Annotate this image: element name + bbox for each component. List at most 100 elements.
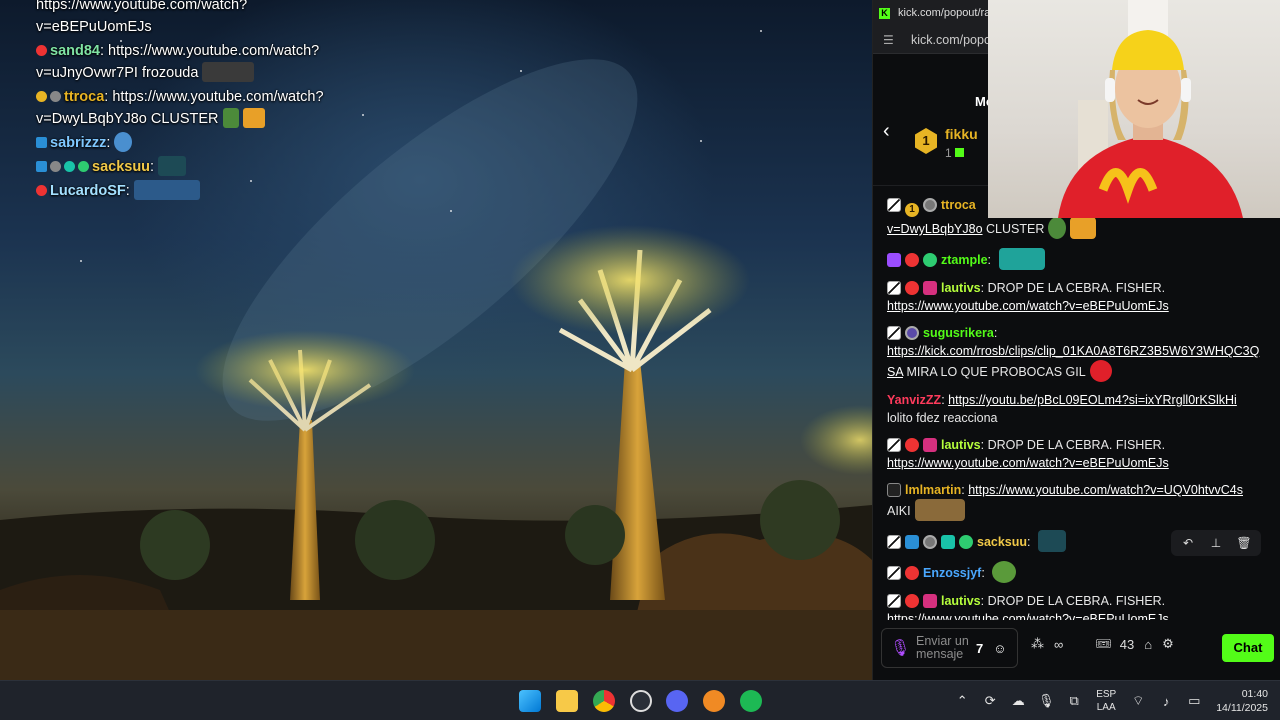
chat-message[interactable]: lautivs: DROP DE LA CEBRA. FISHER. https… [887, 436, 1267, 472]
overlay-message-text: https://www.youtube.com/watch? [108, 43, 320, 59]
reply-icon[interactable]: ↶ [1175, 533, 1201, 553]
chat-message[interactable]: YanvizZZ: https://youtu.be/pBcL09EOLm4?s… [887, 391, 1267, 427]
chat-username[interactable]: sacksuu [977, 535, 1027, 549]
chat-username[interactable]: YanvizZZ [887, 393, 941, 407]
store-icon[interactable]: ⌂ [1144, 637, 1152, 652]
mod-badge-icon [887, 535, 901, 549]
language-indicator[interactable]: ESP LAA [1096, 688, 1116, 714]
spotify-icon[interactable] [740, 690, 762, 712]
badge-icon [887, 483, 901, 497]
sub-badge-icon [36, 185, 47, 196]
chrome-icon[interactable] [593, 690, 615, 712]
infinity-icon[interactable]: ∞ [1054, 637, 1063, 652]
chat-username[interactable]: lautivs [941, 594, 981, 608]
display-icon[interactable]: ⧉ [1060, 693, 1088, 709]
chat-username[interactable]: lmlmartin [905, 483, 961, 497]
app-icon[interactable] [703, 690, 725, 712]
chat-username[interactable]: ttroca [941, 198, 976, 212]
emote-image [1048, 217, 1067, 239]
overlay-message-text: v=DwyLBqbYJ8o CLUSTER [36, 111, 219, 127]
gear-icon[interactable]: ⚙ [1162, 636, 1174, 652]
windows-start-icon[interactable] [519, 690, 541, 712]
chat-username[interactable]: lautivs [941, 281, 981, 295]
chat-text: DROP DE LA CEBRA. FISHER. [987, 438, 1166, 452]
pinned-user-name[interactable]: fikku [945, 126, 978, 142]
chat-message[interactable]: lautivs: DROP DE LA CEBRA. FISHER. https… [887, 279, 1267, 315]
volume-icon[interactable]: ♪ [1152, 694, 1180, 709]
file-explorer-icon[interactable] [556, 690, 578, 712]
users-icon[interactable]: ⁂ [1031, 636, 1044, 652]
sync-icon[interactable]: ⟳ [976, 693, 1004, 709]
chat-text: CLUSTER [986, 222, 1045, 236]
overlay-chat-line: ttroca: https://www.youtube.com/watch? v… [36, 89, 324, 128]
badge-icon [923, 438, 937, 452]
ticket-icon: 🎟 [1095, 636, 1112, 651]
chat-text: MIRA LO QUE PROBOCAS GIL [906, 365, 1086, 379]
chat-link[interactable]: https://www.youtube.com/watch?v=eBEPuUom… [887, 299, 1169, 313]
mod-badge-icon [887, 281, 901, 295]
chat-message[interactable]: lautivs: DROP DE LA CEBRA. FISHER. https… [887, 592, 1267, 620]
message-actions: ↶ ⊥ 🗑 [1171, 530, 1261, 556]
obs-icon[interactable] [630, 690, 652, 712]
chat-username[interactable]: Enzossjyf [923, 566, 981, 580]
microphone-icon[interactable]: 🎙 [890, 638, 910, 658]
overlay-chat-line: https://www.youtube.com/watch? v=eBEPuUo… [36, 0, 356, 38]
chat-input[interactable]: 🎙 Enviar un mensaje 7 ☺ [881, 628, 1018, 668]
chat-username[interactable]: ztample [941, 253, 988, 267]
mod-badge-icon [887, 566, 901, 580]
chat-message[interactable]: sugusrikera: https://kick.com/rrosb/clip… [887, 324, 1267, 382]
sub-badge-icon [923, 535, 937, 549]
badge-icon [50, 161, 61, 172]
emoji-icon[interactable]: ☺ [993, 641, 1006, 656]
clock[interactable]: 01:40 14/11/2025 [1216, 687, 1268, 715]
badge-icon [923, 281, 937, 295]
discord-icon[interactable] [666, 690, 688, 712]
chat-link[interactable]: https://youtu.be/pBcL09EOLm4?si=ixYRrgll… [948, 393, 1237, 407]
emote-image [1089, 360, 1112, 382]
chat-username[interactable]: lautivs [941, 438, 981, 452]
overlay-message-text: v=uJnyOvwr7PI frozouda [36, 65, 199, 81]
badge-icon [78, 161, 89, 172]
rank-badge-icon [36, 91, 47, 102]
overlay-message-text: https://www.youtube.com/watch? [36, 0, 248, 13]
chat-message[interactable]: lmlmartin: https://www.youtube.com/watch… [887, 481, 1267, 521]
chat-toolbar: ⁂ ∞ 🎟 43 ⌂ ⚙ [1031, 636, 1174, 652]
overlay-username: sand84 [50, 43, 100, 59]
site-settings-icon[interactable]: ☰ [883, 33, 897, 47]
battery-icon[interactable]: ▭ [1180, 693, 1208, 709]
overlay-chat-line: sand84: https://www.youtube.com/watch? v… [36, 43, 320, 82]
7tv-emote-icon[interactable]: 7 [976, 641, 983, 656]
chat-input-placeholder: Enviar un mensaje [916, 634, 969, 661]
mod-badge-icon [887, 326, 901, 340]
chat-link[interactable]: v=DwyLBqbYJ8o [887, 222, 983, 236]
back-chevron-icon[interactable]: ‹ [883, 120, 890, 143]
microphone-icon[interactable]: 🎙 [1032, 693, 1060, 709]
chat-link[interactable]: https://www.youtube.com/watch?v=eBEPuUom… [887, 612, 1169, 620]
chat-link[interactable]: https://www.youtube.com/watch?v=UQV0htvv… [968, 483, 1243, 497]
sub-badge-icon [905, 438, 919, 452]
badge-icon [959, 535, 973, 549]
mod-badge-icon [887, 594, 901, 608]
send-chat-button[interactable]: Chat [1222, 634, 1274, 662]
chat-message[interactable]: sacksuu: ↶ ⊥ 🗑 [887, 530, 1267, 556]
overlay-username: LucardoSF [50, 183, 126, 199]
pin-icon[interactable]: ⊥ [1203, 533, 1229, 553]
chat-username[interactable]: sugusrikera [923, 326, 994, 340]
delete-icon[interactable]: 🗑 [1231, 533, 1257, 553]
rank-badge-icon: 1 [905, 203, 919, 217]
cloud-icon[interactable]: ☁ [1004, 693, 1032, 709]
chat-message[interactable]: ztample: [887, 248, 1267, 270]
streamer-webcam-image [1058, 0, 1243, 218]
chat-link[interactable]: https://www.youtube.com/watch?v=eBEPuUom… [887, 456, 1169, 470]
sub-badge-icon [923, 198, 937, 212]
overlay-chat-line: sacksuu: [36, 156, 356, 178]
clock-time: 01:40 [1241, 688, 1268, 700]
emote-image [222, 108, 239, 128]
chat-message[interactable]: Enzossjyf: [887, 561, 1267, 583]
chevron-up-icon[interactable]: ⌃ [948, 693, 976, 709]
language-code: ESP [1096, 689, 1117, 700]
chat-message-list[interactable]: 1 ttroca v=DwyLBqbYJ8o CLUSTER ztample: l… [873, 196, 1280, 620]
badge-icon [923, 253, 937, 267]
wifi-icon[interactable]: ⌔ [1124, 693, 1152, 709]
channel-points[interactable]: 🎟 43 [1095, 636, 1134, 652]
